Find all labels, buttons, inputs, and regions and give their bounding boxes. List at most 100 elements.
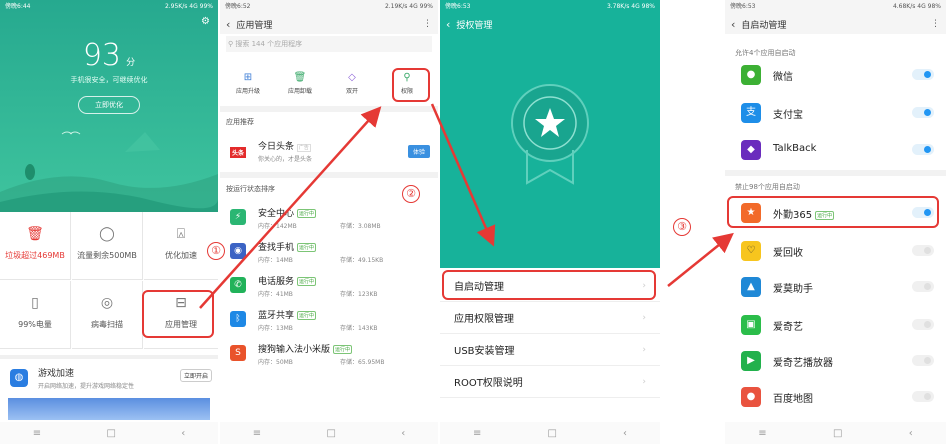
title-bar: ‹ 自启动管理 ⋮ <box>725 14 946 34</box>
step-3-marker: ③ <box>673 218 691 236</box>
alipay-icon: 支 <box>741 103 761 123</box>
chevron-right-icon: › <box>642 312 646 323</box>
data-usage-tile[interactable]: ◯ 流量剩余500MB <box>72 212 143 280</box>
iqiyi-icon: ▣ <box>741 315 761 335</box>
back-nav-icon[interactable]: ‹ <box>401 428 405 439</box>
menu-item-app-permissions[interactable]: 应用权限管理 › <box>440 302 660 334</box>
home-nav-icon[interactable]: □ <box>547 428 556 439</box>
ad-tag: 广告 <box>296 144 311 152</box>
status-bar: 傍晚6:44 2.95K/s 4G 99% <box>5 3 213 10</box>
phone-service-icon: ✆ <box>230 277 246 293</box>
chevron-right-icon: › <box>642 344 646 355</box>
list-item[interactable]: ᛒ 蓝牙共享 运行中 内存：13MB 存储：143KB <box>220 302 438 336</box>
sort-header: 按运行状态排序 <box>226 185 275 193</box>
back-arrow-icon[interactable]: ‹ <box>731 18 735 31</box>
menu-item-root-info[interactable]: ROOT权限说明 › <box>440 366 660 398</box>
autostart-manager-screen: 傍晚6:53 4.68K/s 4G 98% ‹ 自启动管理 ⋮ 允许4个应用自启… <box>725 0 946 444</box>
page-title: 应用管理 <box>236 20 273 31</box>
menu-nav-icon[interactable]: ≡ <box>33 428 41 439</box>
recommend-card[interactable]: 头条 今日头条 广告 你关心的，才是头条 体验 <box>220 133 438 169</box>
iqiyi-player-icon: ▶ <box>741 351 761 371</box>
menu-nav-icon[interactable]: ≡ <box>758 428 766 439</box>
tab-uninstall[interactable]: 🗑 应用卸载 <box>280 72 320 95</box>
cleanup-tile[interactable]: 🗑 垃圾超过469MB <box>0 212 71 280</box>
bluetooth-icon: ᛒ <box>230 311 246 327</box>
recommend-header: 应用推荐 <box>226 118 254 126</box>
auth-header: 傍晚6:53 3.78K/s 4G 98% ‹ 授权管理 <box>440 0 660 268</box>
autostart-toggle[interactable] <box>912 69 934 80</box>
back-nav-icon[interactable]: ‹ <box>181 428 185 439</box>
nav-bar: ≡ □ ‹ <box>220 422 438 444</box>
drop-icon: ◯ <box>99 226 115 242</box>
autostart-toggle[interactable] <box>912 319 934 330</box>
list-item[interactable]: ▶ 爱奇艺播放器 <box>725 344 946 378</box>
page-title: 自启动管理 <box>741 20 787 31</box>
game-boost-card[interactable]: ◍ 游戏加速 开启网络加速，提升游戏网络稳定性 立即开启 <box>0 355 218 395</box>
autostart-toggle[interactable] <box>912 391 934 402</box>
menu-nav-icon[interactable]: ≡ <box>253 428 261 439</box>
list-item[interactable]: ● 百度地图 <box>725 380 946 414</box>
security-center-icon: ⚡ <box>230 209 246 225</box>
more-menu-icon[interactable]: ⋮ <box>423 19 432 29</box>
gamepad-icon: ◍ <box>10 369 28 387</box>
list-item[interactable]: ⚡ 安全中心 运行中 内存：142MB 存储：3.08MB <box>220 200 438 234</box>
autostart-toggle[interactable] <box>912 107 934 118</box>
blocked-header: 禁止98个应用自启动 <box>735 183 800 191</box>
menu-nav-icon[interactable]: ≡ <box>473 428 481 439</box>
nav-bar: ≡ □ ‹ <box>440 422 660 444</box>
arrow-step-3 <box>667 232 734 287</box>
back-arrow-icon[interactable]: ‹ <box>446 18 450 31</box>
chevron-right-icon: › <box>642 376 646 387</box>
back-nav-icon[interactable]: ‹ <box>623 428 627 439</box>
app-search-input[interactable]: ⚲ 搜索 144 个应用程序 <box>226 36 432 52</box>
list-item[interactable]: ◆ TalkBack <box>725 133 946 167</box>
list-item[interactable]: ▣ 爱奇艺 <box>725 308 946 342</box>
list-item[interactable]: ● 微信 <box>725 58 946 92</box>
score-unit: 分 <box>126 58 136 68</box>
recommend-app-title: 今日头条 <box>258 142 295 152</box>
list-item[interactable]: ✆ 电话服务 运行中 内存：41MB 存储：123KB <box>220 268 438 302</box>
permission-tab-highlight <box>392 68 430 102</box>
virus-scan-tile[interactable]: ◎ 病毒扫描 <box>72 281 143 349</box>
try-button[interactable]: 体验 <box>407 145 430 158</box>
list-item[interactable]: ♡ 爱回收 <box>725 234 946 268</box>
home-nav-icon[interactable]: □ <box>833 428 842 439</box>
game-banner <box>8 398 210 420</box>
list-item[interactable]: S 搜狗输入法小米版 运行中 内存：50MB 存储：65.95MB <box>220 336 438 370</box>
authorization-screen: 傍晚6:53 3.78K/s 4G 98% ‹ 授权管理 自启动管理 › 应用权… <box>440 0 660 444</box>
list-item[interactable]: 支 支付宝 <box>725 96 946 130</box>
battery-tile[interactable]: ▯ 99%电量 <box>0 281 71 349</box>
list-item[interactable]: ▲ 爱莫助手 <box>725 270 946 304</box>
toutiao-logo: 头条 <box>230 147 247 158</box>
back-nav-icon[interactable]: ‹ <box>909 428 913 439</box>
home-nav-icon[interactable]: □ <box>326 428 335 439</box>
security-score: 93 <box>82 38 122 73</box>
autostart-toggle[interactable] <box>912 281 934 292</box>
waiqin-highlight <box>727 196 939 228</box>
game-boost-desc: 开启网络加速，提升游戏网络稳定性 <box>38 383 135 390</box>
home-nav-icon[interactable]: □ <box>106 428 115 439</box>
app-manager-highlight <box>142 290 214 338</box>
title-bar: ‹ 应用管理 ⋮ <box>220 14 438 34</box>
settings-gear-icon[interactable]: ⚙ <box>201 16 210 27</box>
find-phone-icon: ◉ <box>230 243 246 259</box>
list-item[interactable]: ◉ 查找手机 运行中 内存：14MB 存储：49.15KB <box>220 234 438 268</box>
score-header: 傍晚6:44 2.95K/s 4G 99% ⚙ 93 分 手机很安全，可继续优化… <box>0 0 218 212</box>
menu-item-usb-install[interactable]: USB安装管理 › <box>440 334 660 366</box>
shield-scan-icon: ◎ <box>100 295 114 311</box>
back-arrow-icon[interactable]: ‹ <box>226 18 230 31</box>
status-bar: 傍晚6:53 4.68K/s 4G 98% <box>725 0 946 14</box>
more-menu-icon[interactable]: ⋮ <box>931 19 940 29</box>
tab-dual[interactable]: ◇ 双开 <box>332 72 372 95</box>
nav-bar: ≡ □ ‹ <box>725 422 946 444</box>
dual-icon: ◇ <box>348 72 356 83</box>
autostart-toggle[interactable] <box>912 355 934 366</box>
page-title: 授权管理 <box>456 20 493 31</box>
game-boost-button[interactable]: 立即开启 <box>179 369 212 382</box>
upgrade-icon: ⊞ <box>243 72 253 83</box>
autostart-toggle[interactable] <box>912 144 934 155</box>
security-status-text: 手机很安全，可继续优化 <box>70 76 148 84</box>
tab-upgrade[interactable]: ⊞ 应用升级 <box>228 72 268 95</box>
speedup-tile[interactable]: ⍓ 优化加速 <box>144 212 218 280</box>
autostart-toggle[interactable] <box>912 245 934 256</box>
